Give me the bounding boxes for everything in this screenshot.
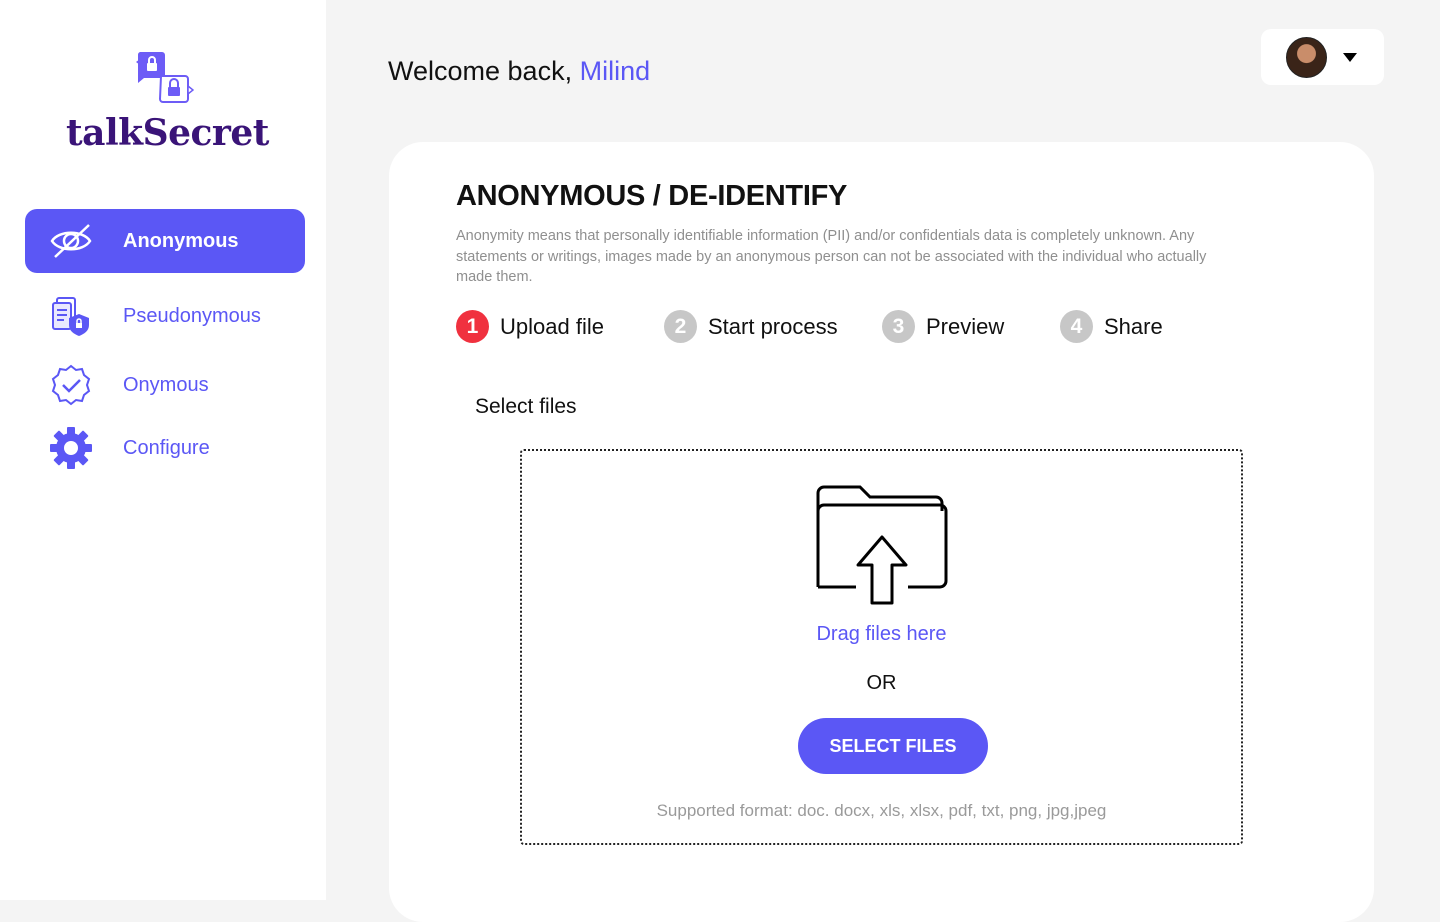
eye-slash-icon bbox=[45, 219, 97, 263]
sidebar-item-configure[interactable]: Configure bbox=[25, 416, 305, 480]
select-files-button[interactable]: SELECT FILES bbox=[798, 718, 988, 774]
step-number: 1 bbox=[456, 310, 489, 343]
chat-lock-icon bbox=[136, 52, 194, 103]
sidebar-item-label: Configure bbox=[123, 436, 210, 459]
step-label: Start process bbox=[708, 313, 838, 339]
brand-name: talkSecret bbox=[66, 112, 269, 154]
step-preview[interactable]: 3 Preview bbox=[882, 310, 1004, 343]
sidebar-item-label: Anonymous bbox=[123, 229, 239, 252]
step-label: Upload file bbox=[500, 313, 604, 339]
step-share[interactable]: 4 Share bbox=[1060, 310, 1163, 343]
drag-files-text: Drag files here bbox=[816, 623, 947, 645]
sidebar-item-pseudonymous[interactable]: Pseudonymous bbox=[25, 284, 305, 348]
supported-formats: Supported format: doc. docx, xls, xlsx, … bbox=[656, 801, 1107, 820]
avatar[interactable] bbox=[1286, 36, 1327, 78]
file-dropzone[interactable]: Drag files here OR SELECT FILES Supporte… bbox=[520, 449, 1243, 845]
user-name: Milind bbox=[579, 56, 651, 86]
sidebar-item-onymous[interactable]: Onymous bbox=[25, 353, 305, 417]
step-number: 3 bbox=[882, 310, 915, 343]
step-start-process[interactable]: 2 Start process bbox=[664, 310, 838, 343]
gear-icon bbox=[45, 426, 97, 470]
step-label: Preview bbox=[926, 313, 1005, 339]
select-files-label: Select files bbox=[475, 395, 577, 418]
sidebar-item-anonymous[interactable]: Anonymous bbox=[25, 209, 305, 273]
step-number: 2 bbox=[664, 310, 697, 343]
brand-logo[interactable]: talkSecret bbox=[66, 46, 269, 156]
page-title: ANONYMOUS / DE-IDENTIFY bbox=[456, 180, 848, 212]
sidebar: talkSecret Anonymous Pseudonymous Onymou… bbox=[0, 0, 326, 900]
page-description: Anonymity means that personally identifi… bbox=[456, 228, 1207, 285]
sidebar-item-label: Pseudonymous bbox=[123, 304, 261, 327]
caret-down-icon[interactable] bbox=[1343, 52, 1357, 62]
sidebar-item-label: Onymous bbox=[123, 373, 209, 396]
step-upload-file[interactable]: 1 Upload file bbox=[456, 310, 604, 343]
step-label: Share bbox=[1104, 313, 1163, 339]
step-number: 4 bbox=[1060, 310, 1093, 343]
user-menu[interactable] bbox=[1261, 29, 1384, 85]
folder-upload-icon bbox=[816, 485, 948, 605]
welcome-message: Welcome back, Milind bbox=[388, 56, 650, 87]
documents-shield-icon bbox=[45, 294, 97, 338]
welcome-text: Welcome back, bbox=[388, 56, 573, 86]
verified-badge-icon bbox=[45, 363, 97, 407]
or-separator: OR bbox=[866, 672, 897, 694]
main-card: ANONYMOUS / DE-IDENTIFY Anonymity means … bbox=[389, 142, 1374, 922]
stepper: 1 Upload file 2 Start process 3 Preview … bbox=[456, 310, 1216, 346]
